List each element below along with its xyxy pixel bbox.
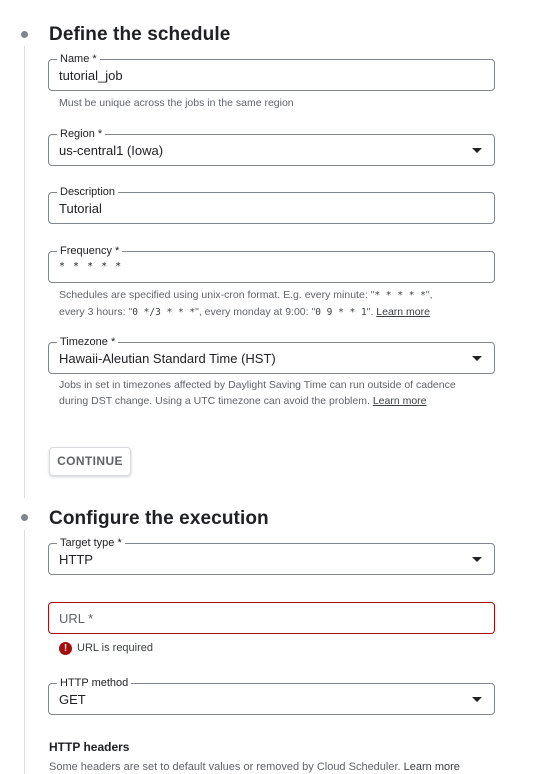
http-headers-hint: Some headers are set to default values o… xyxy=(49,761,460,773)
http-headers-heading: HTTP headers xyxy=(49,740,130,754)
region-label: Region * xyxy=(57,127,106,141)
frequency-value: * * * * * xyxy=(59,261,123,272)
http-method-value: GET xyxy=(59,692,86,707)
name-value: tutorial_job xyxy=(59,68,123,83)
continue-button[interactable]: CONTINUE xyxy=(49,447,131,476)
name-label: Name * xyxy=(57,52,100,66)
frequency-learn-more-link[interactable]: Learn more xyxy=(376,306,430,318)
description-value: Tutorial xyxy=(59,201,102,216)
headers-learn-more-link[interactable]: Learn more xyxy=(404,761,460,773)
cron-example-minute: * * * * * xyxy=(374,290,426,301)
step-connector xyxy=(24,530,25,774)
step-connector xyxy=(24,46,25,498)
name-field[interactable]: Name * tutorial_job xyxy=(48,52,495,91)
timezone-select[interactable]: Timezone * Hawaii-Aleutian Standard Time… xyxy=(48,335,495,374)
dropdown-arrow-icon[interactable] xyxy=(472,557,482,562)
timezone-learn-more-link[interactable]: Learn more xyxy=(373,395,427,407)
frequency-hint: Schedules are specified using unix-cron … xyxy=(59,289,433,318)
target-type-value: HTTP xyxy=(59,552,93,567)
name-hint: Must be unique across the jobs in the sa… xyxy=(59,97,294,109)
http-method-label: HTTP method xyxy=(57,676,132,690)
timezone-value: Hawaii-Aleutian Standard Time (HST) xyxy=(59,351,276,366)
cron-example-3hours: 0 */3 * * * xyxy=(132,307,196,318)
dropdown-arrow-icon[interactable] xyxy=(472,356,482,361)
description-field[interactable]: Description Tutorial xyxy=(48,185,495,224)
region-value: us-central1 (Iowa) xyxy=(59,143,164,158)
timezone-hint: Jobs in set in timezones affected by Day… xyxy=(59,379,456,407)
error-icon: ! xyxy=(59,642,72,655)
description-label: Description xyxy=(57,185,119,199)
dropdown-arrow-icon[interactable] xyxy=(472,148,482,153)
step-indicator-execution xyxy=(21,514,28,521)
section-title-execution: Configure the execution xyxy=(49,508,269,529)
url-error-message: URL is required xyxy=(77,642,154,654)
dropdown-arrow-icon[interactable] xyxy=(472,697,482,702)
frequency-field[interactable]: Frequency * * * * * * xyxy=(48,244,495,283)
step-indicator-schedule xyxy=(21,31,28,38)
section-title-schedule: Define the schedule xyxy=(49,24,231,45)
target-type-label: Target type * xyxy=(57,536,125,550)
region-select[interactable]: Region * us-central1 (Iowa) xyxy=(48,127,495,166)
timezone-label: Timezone * xyxy=(57,335,119,349)
frequency-label: Frequency * xyxy=(57,244,123,258)
url-field[interactable]: URL * xyxy=(48,602,495,634)
http-method-select[interactable]: HTTP method GET xyxy=(48,676,495,715)
cron-example-monday: 0 9 * * 1 xyxy=(315,307,367,318)
url-placeholder: URL * xyxy=(59,611,94,626)
target-type-select[interactable]: Target type * HTTP xyxy=(48,536,495,575)
